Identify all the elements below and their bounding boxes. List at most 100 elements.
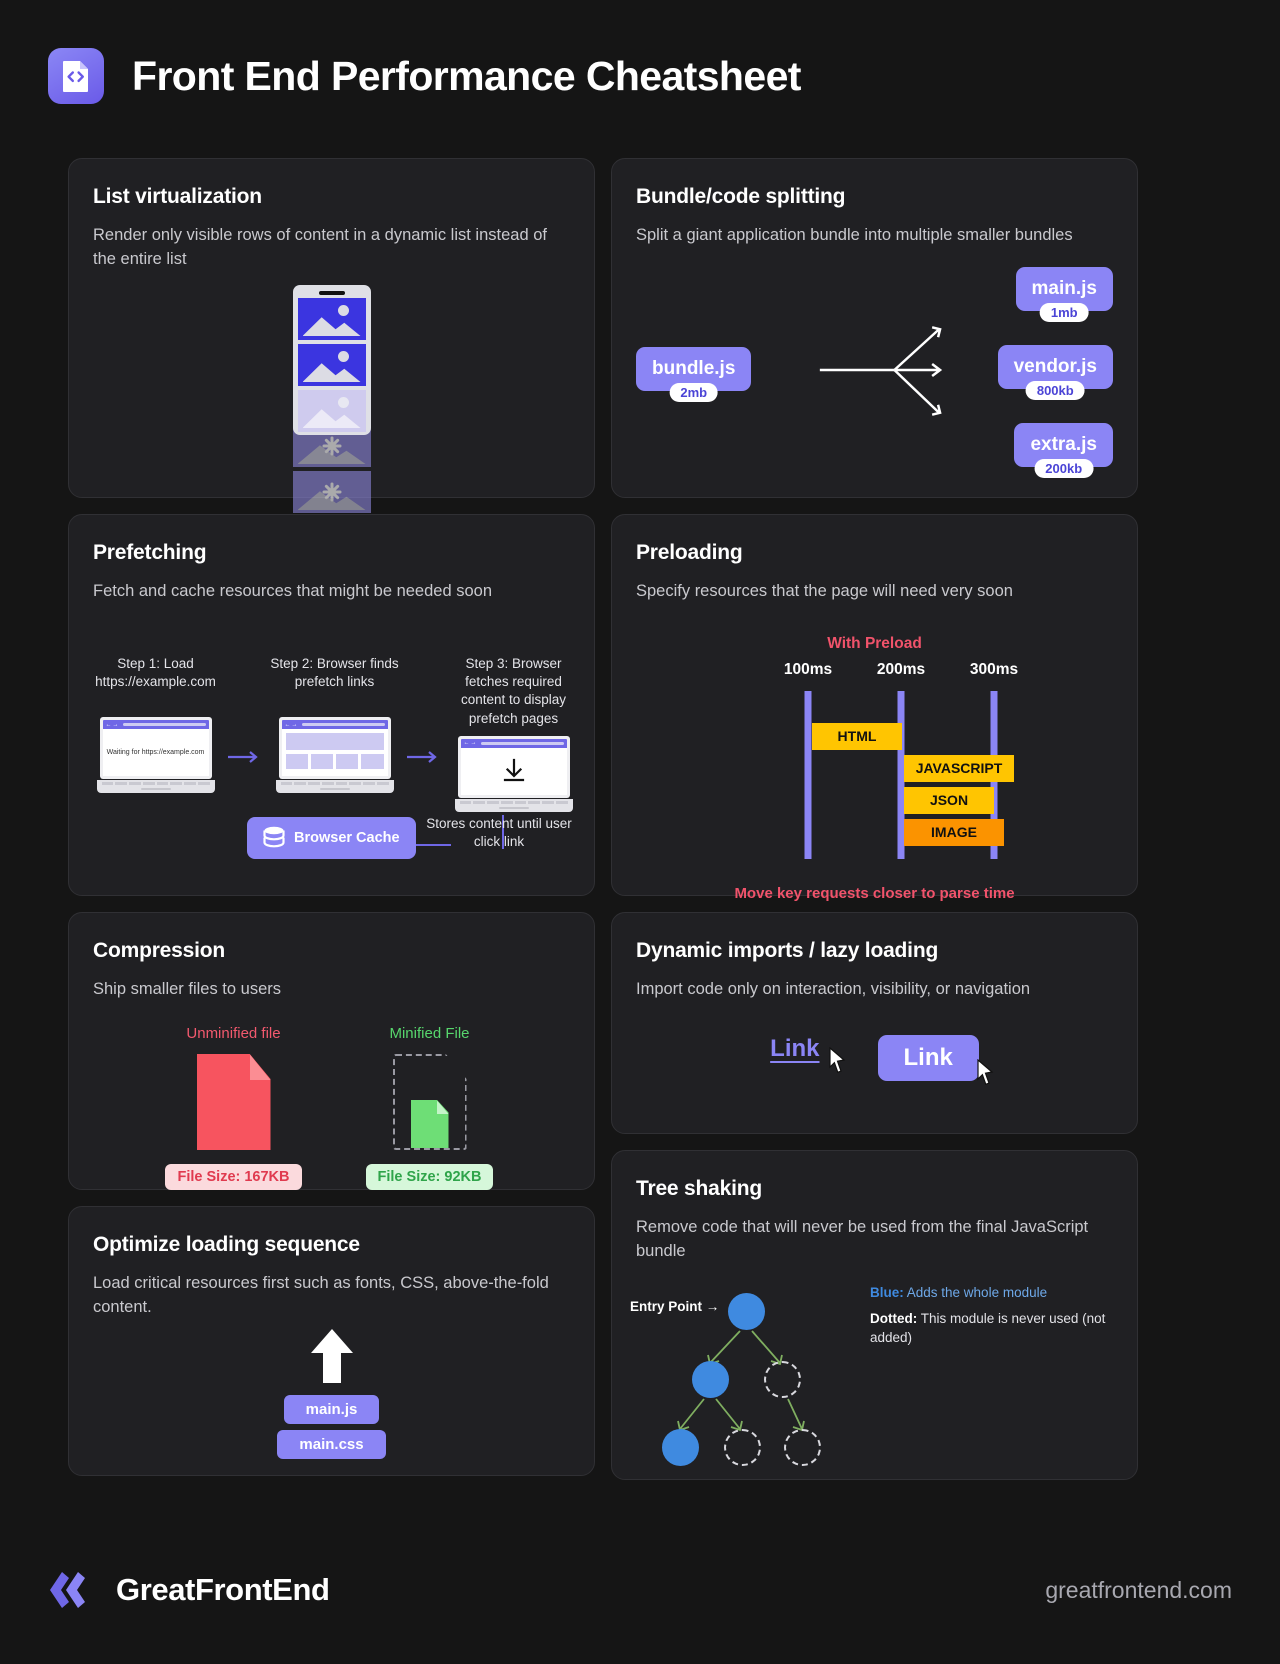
card-title: Dynamic imports / lazy loading — [636, 939, 939, 962]
browser-cache-badge: Browser Cache — [247, 817, 416, 859]
preload-timeline-chart: 100ms 200ms 300ms HTML JAVASCRIPT JSON I… — [636, 661, 1113, 881]
card-description: Ship smaller files to users — [93, 980, 281, 998]
browser-cache-label: Browser Cache — [294, 829, 400, 846]
card-title: Prefetching — [93, 541, 207, 564]
legend-item-dotted: Dotted: This module is never used (not a… — [870, 1309, 1120, 1348]
legend-text: Adds the whole module — [906, 1285, 1048, 1300]
optimize-illustration: main.js main.css — [69, 1327, 594, 1459]
card-prefetching: Prefetching Fetch and cache resources th… — [68, 514, 595, 896]
laptop-icon: ←→ — [275, 717, 394, 793]
tree-node-entry — [728, 1293, 765, 1330]
asset-pill-main-js: main.js — [283, 1395, 380, 1424]
chart-bar: JAVASCRIPT — [904, 755, 1014, 783]
asset-pill-main-css: main.css — [277, 1430, 386, 1459]
bundle-output-size: 200kb — [1034, 459, 1094, 478]
prefetch-step-3: Step 3: Browser fetches required content… — [449, 655, 578, 812]
step-label: Step 2: Browser finds prefetch links — [270, 656, 399, 690]
step-label: Step 3: Browser fetches required content… — [460, 656, 567, 726]
phone-body — [292, 285, 371, 435]
arrow-right-icon — [228, 743, 262, 769]
bundle-output-name: extra.js — [1030, 434, 1097, 455]
list-item — [297, 298, 366, 340]
page-title: Front End Performance Cheatsheet — [132, 52, 801, 99]
download-icon — [503, 759, 524, 782]
bundle-diagram: bundle.js 2mb main.js 1mb vendor.js 800k… — [636, 267, 1113, 478]
minified-label: Minified File — [389, 1025, 470, 1042]
chart-bar: JSON — [904, 787, 994, 815]
tree-shaking-diagram: Entry Point → Blue: Adds the whole modul… — [612, 1277, 1137, 1467]
tree-legend: Blue: Adds the whole module Dotted: This… — [870, 1283, 1120, 1354]
prefetch-steps: Step 1: Load https://example.com ←→ Wait… — [91, 655, 578, 812]
bundle-output-chip: extra.js 200kb — [1014, 423, 1113, 478]
phone-illustration — [69, 285, 594, 513]
minified-file-group: Minified File File Size: 92KB — [355, 1025, 505, 1190]
prefetch-step-2: Step 2: Browser finds prefetch links ←→ — [270, 655, 399, 812]
card-optimize-loading-sequence: Optimize loading sequence Load critical … — [68, 1206, 595, 1476]
tree-node-unused — [784, 1429, 821, 1466]
card-title: Preloading — [636, 541, 743, 564]
list-item — [297, 390, 366, 432]
laptop-screen-text: Waiting for https://example.com — [106, 748, 205, 756]
card-list-virtualization: List virtualization Render only visible … — [68, 158, 595, 513]
tree-node-used — [692, 1361, 729, 1398]
laptop-icon: ←→ — [454, 735, 573, 812]
bundle-source-name: bundle.js — [652, 358, 736, 379]
arrow-up-icon — [309, 1327, 355, 1385]
card-title: Optimize loading sequence — [93, 1233, 360, 1256]
compression-illustration: Unminified file File Size: 167KB Minifie… — [69, 1025, 594, 1190]
phone-notch — [318, 291, 345, 295]
minified-size-badge: File Size: 92KB — [365, 1164, 494, 1190]
dynamic-imports-illustration: Link Link — [612, 1035, 1137, 1085]
code-document-icon — [48, 48, 104, 104]
unminified-file-group: Unminified file File Size: 167KB — [159, 1025, 309, 1190]
legend-item-blue: Blue: Adds the whole module — [870, 1283, 1120, 1303]
card-description: Load critical resources first such as fo… — [93, 1274, 549, 1317]
card-compression: Compression Ship smaller files to users … — [68, 912, 595, 1190]
card-tree-shaking: Tree shaking Remove code that will never… — [611, 1150, 1138, 1480]
axis-tick: 200ms — [876, 661, 926, 679]
footer-url: greatfrontend.com — [1045, 1576, 1232, 1603]
bundle-output-size: 800kb — [1025, 381, 1085, 400]
chart-footnote: Move key requests closer to parse time — [734, 885, 1015, 903]
axis-tick: 100ms — [783, 661, 833, 679]
chart-bar: IMAGE — [904, 819, 1004, 847]
link-text[interactable]: Link — [770, 1035, 819, 1062]
cache-note: Stores content until user click link — [426, 816, 572, 850]
card-bundle-code-splitting: Bundle/code splitting Split a giant appl… — [611, 158, 1138, 498]
card-dynamic-imports: Dynamic imports / lazy loading Import co… — [611, 912, 1138, 1134]
chart-bar: HTML — [812, 723, 902, 751]
link-plain-group: Link — [770, 1035, 846, 1081]
right-column: Bundle/code splitting Split a giant appl… — [611, 158, 1138, 1480]
list-item — [297, 344, 366, 386]
tree-node-unused — [724, 1429, 761, 1466]
footer-brand: GreatFrontEnd — [48, 1568, 330, 1612]
link-button[interactable]: Link — [877, 1035, 979, 1081]
link-button-group: Link — [877, 1035, 993, 1085]
left-column: List virtualization Render only visible … — [68, 158, 595, 1480]
loading-spark-icon — [322, 482, 342, 502]
footer-brand-name: GreatFrontEnd — [116, 1572, 330, 1607]
card-description: Split a giant application bundle into mu… — [636, 226, 1073, 244]
card-title: Compression — [93, 939, 225, 962]
bundle-source-chip: bundle.js 2mb — [636, 347, 752, 402]
laptop-icon: ←→ Waiting for https://example.com — [96, 717, 215, 793]
file-icon-small — [410, 1100, 449, 1148]
chart-title: With Preload — [827, 635, 922, 653]
cards-grid: List virtualization Render only visible … — [68, 158, 1138, 1480]
legend-term: Blue: — [870, 1285, 904, 1300]
step-label: Step 1: Load https://example.com — [95, 656, 216, 690]
card-title: Tree shaking — [636, 1177, 762, 1200]
card-description: Render only visible rows of content in a… — [93, 226, 547, 269]
unminified-size-badge: File Size: 167KB — [165, 1164, 302, 1190]
legend-term: Dotted: — [870, 1310, 918, 1326]
file-icon-large — [196, 1054, 271, 1150]
greatfrontend-logo-icon — [50, 1572, 85, 1608]
tree-node-used — [662, 1429, 699, 1466]
loading-spark-icon — [322, 436, 342, 456]
axis-tick: 300ms — [969, 661, 1019, 679]
card-title: Bundle/code splitting — [636, 185, 846, 208]
bundle-source-size: 2mb — [669, 383, 719, 402]
card-description: Specify resources that the page will nee… — [636, 582, 1013, 600]
bundle-output-size: 1mb — [1039, 303, 1089, 322]
bundle-output-chip: main.js 1mb — [1015, 267, 1113, 322]
